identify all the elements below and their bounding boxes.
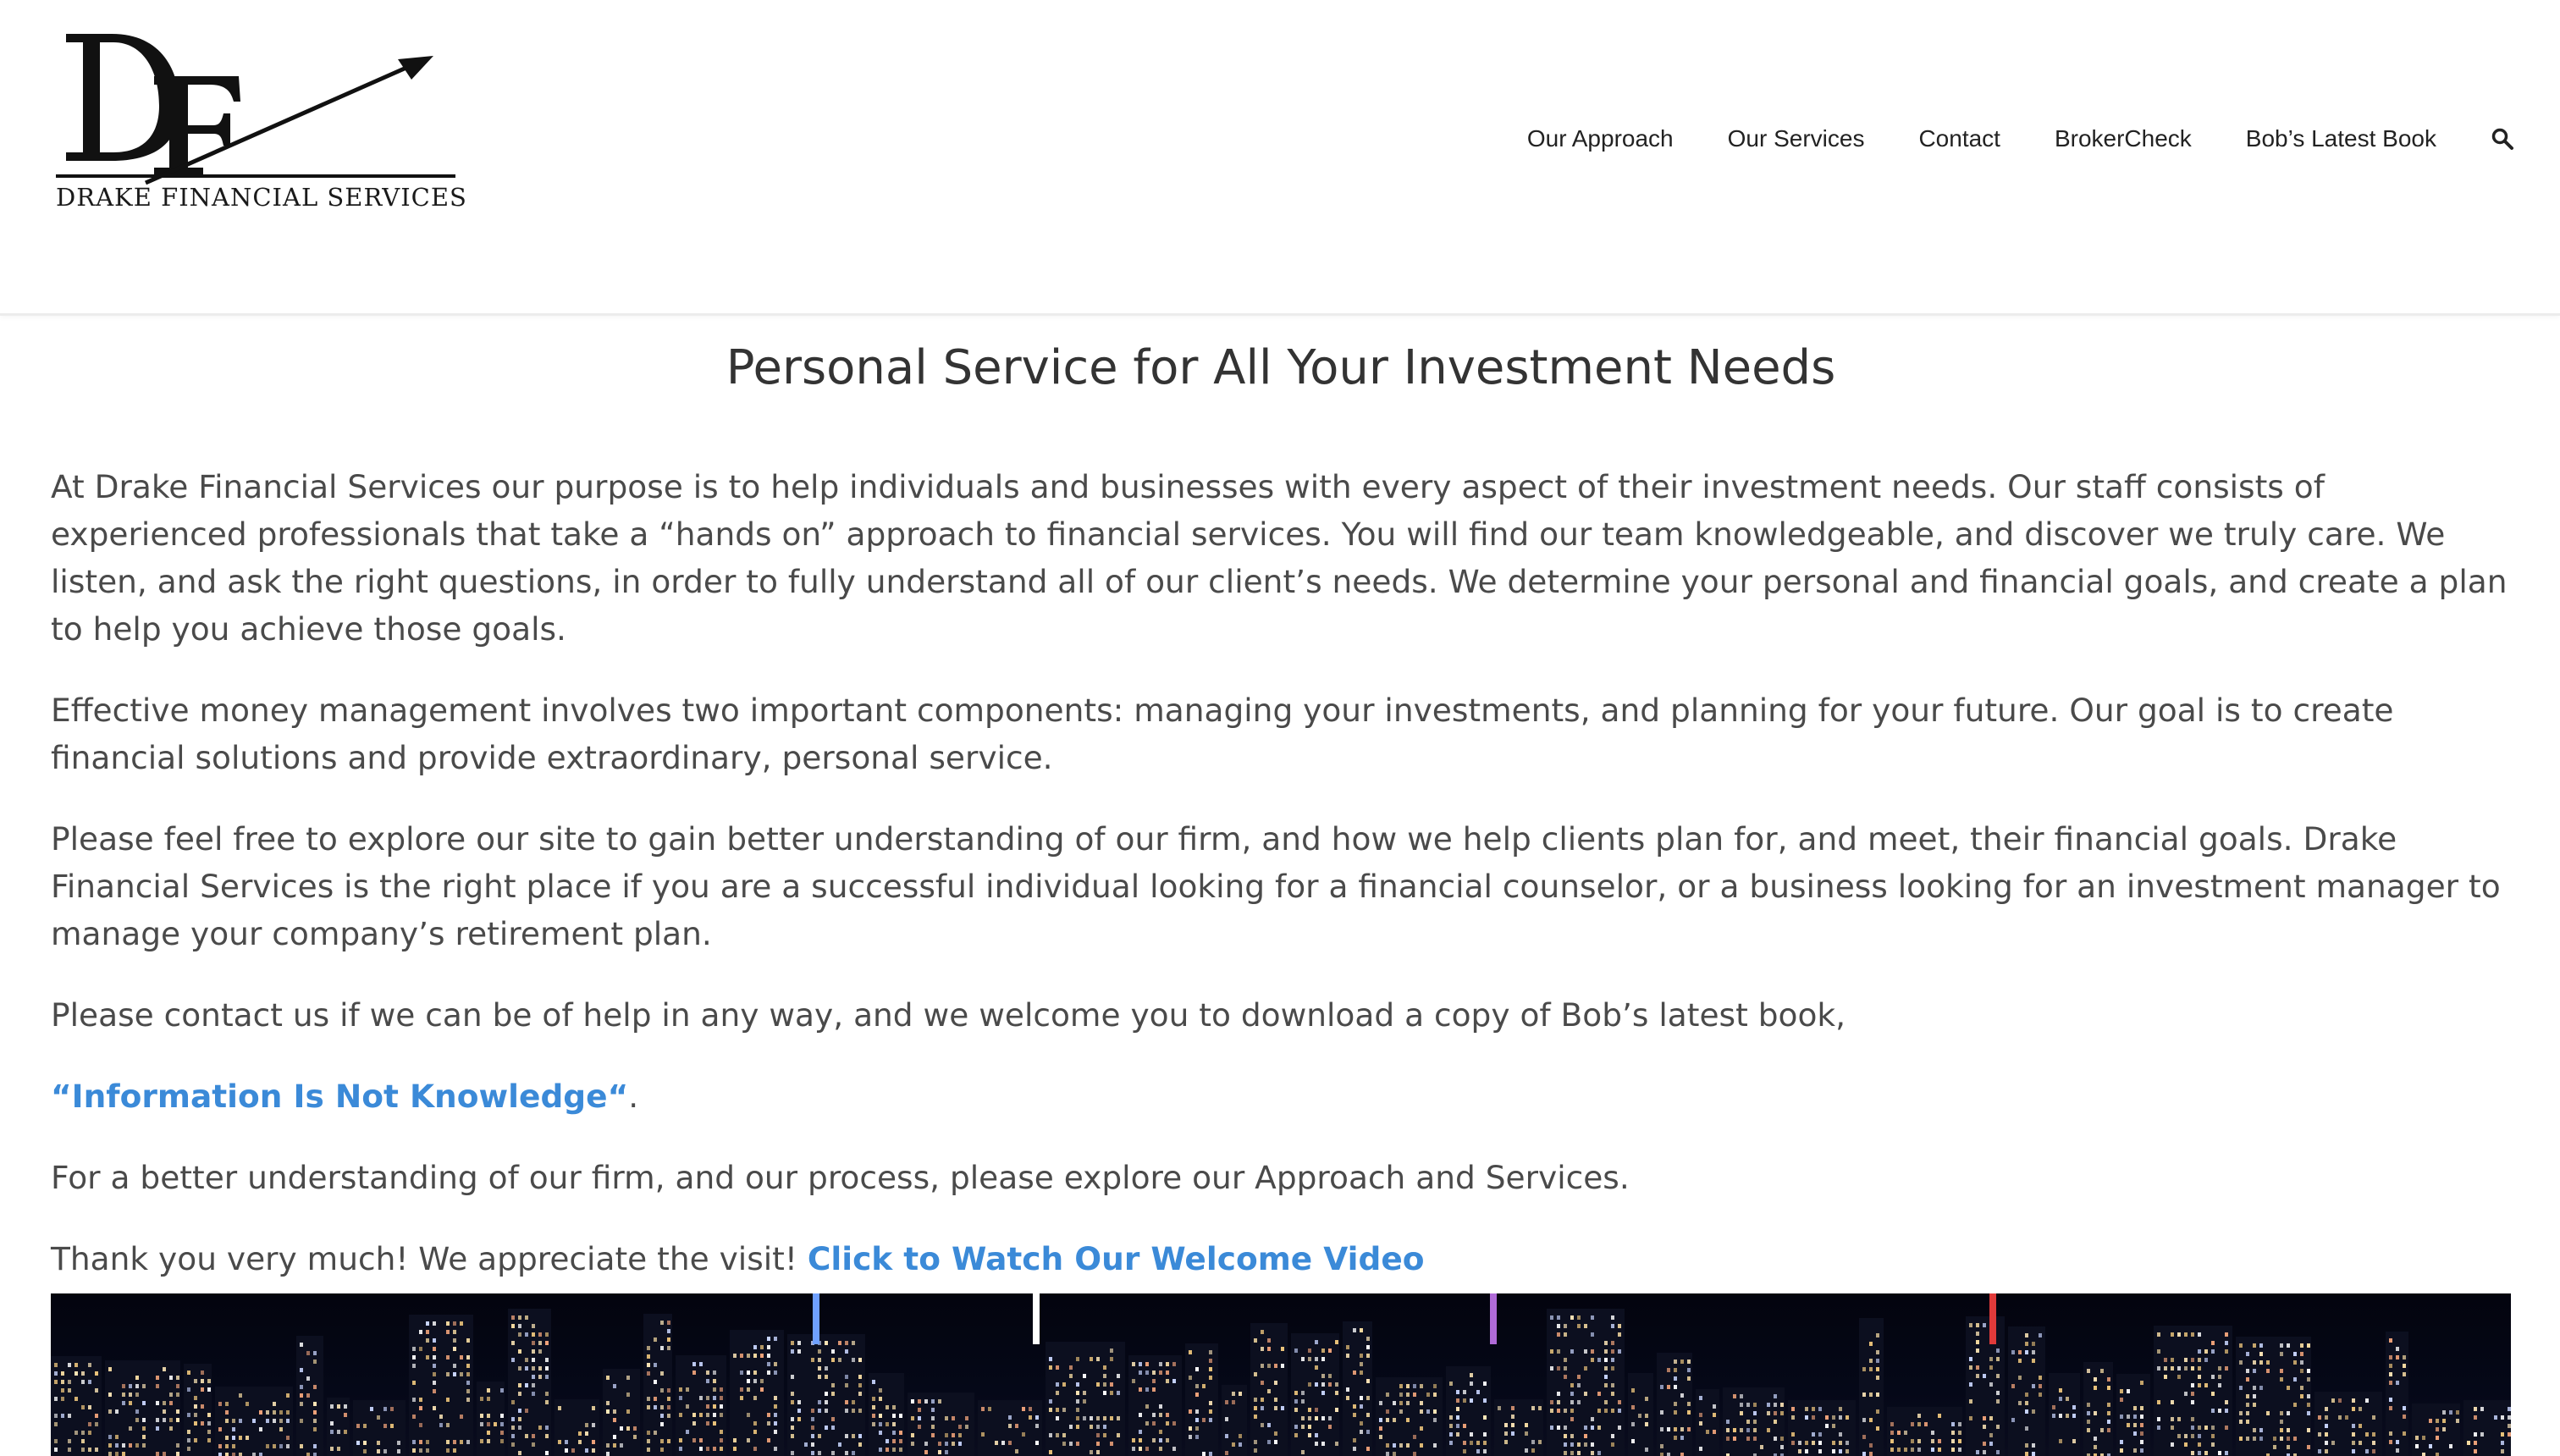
nav-bobs-latest-book[interactable]: Bob’s Latest Book [2246,125,2436,152]
thanks-text: Thank you very much! We appreciate the v… [51,1240,797,1277]
page-title: Personal Service for All Your Investment… [726,340,1836,395]
book-link[interactable]: “Information Is Not Knowledge“ [51,1078,628,1115]
nav-our-services[interactable]: Our Services [1728,125,1865,152]
book-link-paragraph: “Information Is Not Knowledge“. [51,1073,2511,1120]
city-skyline-image [51,1293,2511,1456]
logo-company-name: Drake Financial Services [56,183,467,212]
main-content: Personal Service for All Your Investment… [51,315,2511,1316]
welcome-video-link[interactable]: Click to Watch Our Welcome Video [808,1240,1425,1277]
contact-paragraph: Please contact us if we can be of help i… [51,996,1846,1034]
intro-paragraph: At Drake Financial Services our purpose … [51,468,2508,648]
book-link-suffix: . [628,1078,639,1115]
approach-paragraph: For a better understanding of our firm, … [51,1159,1630,1196]
company-logo[interactable]: Drake Financial Services [52,25,466,220]
site-header: Drake Financial Services Our Approach Ou… [0,0,2560,316]
main-nav: Our Approach Our Services Contact Broker… [1473,125,2514,152]
logo-mark [56,34,455,185]
thanks-paragraph: Thank you very much! We appreciate the v… [51,1235,2511,1282]
search-icon[interactable] [2491,127,2514,151]
explore-paragraph: Please feel free to explore our site to … [51,820,2501,952]
nav-our-approach[interactable]: Our Approach [1527,125,1674,152]
money-management-paragraph: Effective money management involves two … [51,692,2394,776]
nav-contact[interactable]: Contact [1918,125,2000,152]
nav-brokercheck[interactable]: BrokerCheck [2055,125,2192,152]
skyline-illustration [51,1293,2511,1456]
